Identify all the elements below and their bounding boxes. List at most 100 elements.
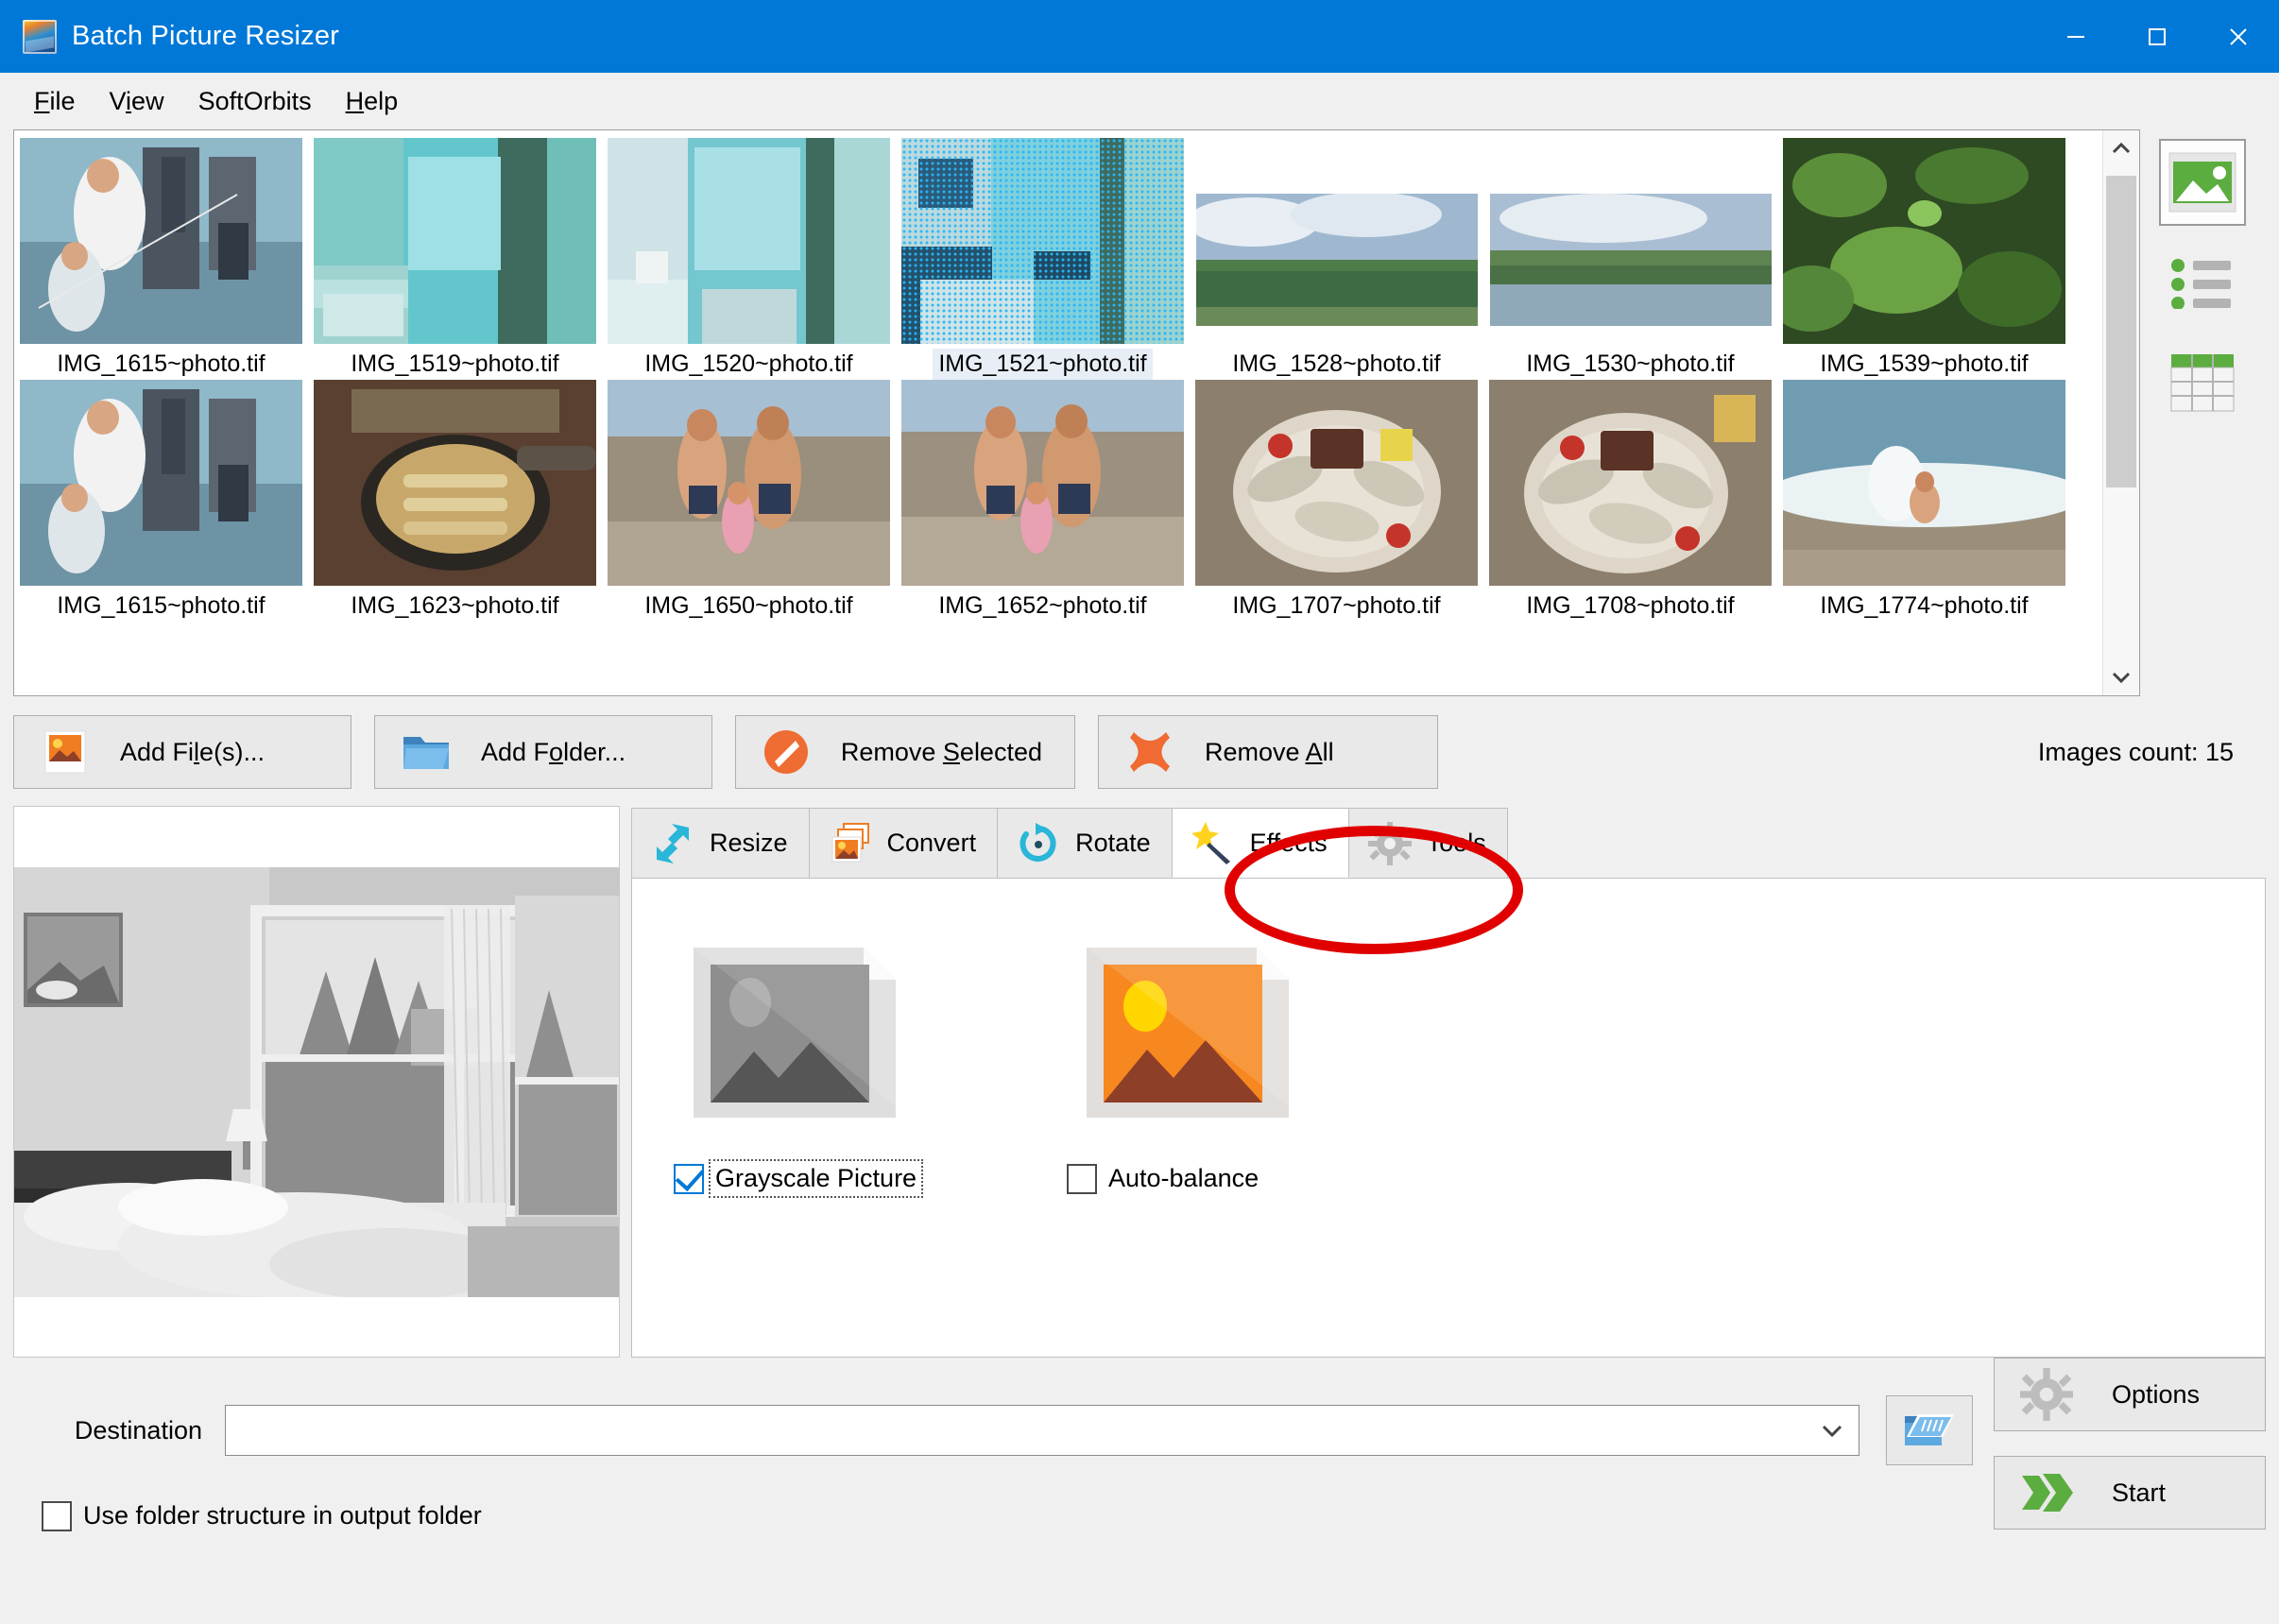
footer-buttons: Options Start	[1994, 1358, 2266, 1530]
grayscale-checkbox-row[interactable]: Grayscale Picture	[674, 1159, 924, 1198]
title-bar: Batch Picture Resizer	[0, 0, 2279, 73]
list-view-icon[interactable]	[2159, 239, 2246, 326]
tab-convert-label: Convert	[886, 829, 977, 857]
tab-rotate[interactable]: Rotate	[997, 808, 1173, 878]
thumbnail-label: IMG_1650~photo.tif	[644, 592, 853, 619]
autobalance-checkbox[interactable]	[1067, 1163, 1097, 1194]
scroll-up-arrow[interactable]	[2103, 130, 2139, 166]
remove-selected-button[interactable]: Remove Selected	[735, 715, 1075, 789]
thumbnail-item[interactable]: IMG_1707~photo.tif	[1190, 380, 1483, 622]
tab-resize-label: Resize	[710, 829, 788, 857]
thumbnail-image[interactable]	[314, 138, 596, 344]
remove-all-button[interactable]: Remove All	[1098, 715, 1438, 789]
tab-rotate-label: Rotate	[1075, 829, 1151, 857]
picture-icon	[31, 727, 99, 777]
thumbnail-image[interactable]	[901, 138, 1184, 344]
thumbnail-label: IMG_1521~photo.tif	[933, 349, 1153, 380]
chevron-down-icon[interactable]	[1806, 1423, 1859, 1438]
thumbnail-label: IMG_1615~photo.tif	[57, 592, 266, 619]
effect-autobalance: Auto-balance	[1059, 924, 1324, 1195]
thumbnail-image[interactable]	[314, 380, 596, 586]
options-button[interactable]: Options	[1994, 1358, 2266, 1431]
thumbnail-item-selected[interactable]: IMG_1521~photo.tif	[896, 138, 1190, 380]
thumbnail-item[interactable]: IMG_1539~photo.tif	[1777, 138, 2071, 380]
lower-area: Resize Convert Rotate Effects Tools Gray…	[0, 789, 2279, 1358]
thumbnail-item[interactable]: IMG_1615~photo.tif	[14, 138, 308, 380]
thumbnail-image[interactable]	[1489, 138, 1772, 344]
thumbnail-label: IMG_1708~photo.tif	[1526, 592, 1735, 619]
thumbnail-item[interactable]: IMG_1528~photo.tif	[1190, 138, 1483, 380]
use-folder-structure-checkbox[interactable]	[42, 1500, 72, 1531]
destination-label: Destination	[74, 1415, 202, 1445]
gear-icon	[1362, 821, 1417, 865]
file-actions-toolbar: Add File(s)... Add Folder... Remove Sele…	[0, 696, 2279, 789]
minimize-button[interactable]	[2035, 0, 2116, 73]
grayscale-checkbox[interactable]	[674, 1163, 704, 1194]
tab-tools-label: Tools	[1426, 829, 1486, 857]
use-folder-structure-row[interactable]: Use folder structure in output folder	[42, 1499, 2266, 1532]
add-files-button[interactable]: Add File(s)...	[13, 715, 351, 789]
thumbnail-image[interactable]	[608, 380, 890, 586]
color-photo-icon	[1059, 924, 1316, 1141]
thumbnail-item[interactable]: IMG_1519~photo.tif	[308, 138, 602, 380]
maximize-button[interactable]	[2116, 0, 2198, 73]
menu-softorbits[interactable]: SoftOrbits	[181, 81, 329, 122]
tab-effects[interactable]: Effects	[1171, 808, 1349, 878]
destination-row: Destination	[13, 1395, 2266, 1465]
start-button[interactable]: Start	[1994, 1456, 2266, 1530]
thumbnail-item[interactable]: IMG_1774~photo.tif	[1777, 380, 2071, 622]
menu-file[interactable]: File	[17, 81, 93, 122]
browse-folder-button[interactable]	[1886, 1395, 1973, 1465]
resize-arrows-icon	[645, 822, 700, 865]
thumbnail-item[interactable]: IMG_1520~photo.tif	[602, 138, 896, 380]
scroll-down-arrow[interactable]	[2103, 659, 2139, 695]
menu-view[interactable]: View	[93, 81, 181, 122]
menu-help[interactable]: Help	[329, 81, 416, 122]
table-view-icon[interactable]	[2159, 339, 2246, 426]
view-mode-toolbar	[2140, 129, 2266, 696]
thumbnail-image[interactable]	[1195, 380, 1478, 586]
thumbnail-label: IMG_1528~photo.tif	[1232, 350, 1441, 377]
window-title: Batch Picture Resizer	[72, 21, 340, 51]
close-button[interactable]	[2198, 0, 2279, 73]
thumbnail-image[interactable]	[608, 138, 890, 344]
thumbnail-image[interactable]	[1783, 380, 2065, 586]
thumbnail-scrollbar[interactable]	[2101, 130, 2139, 695]
tab-tools[interactable]: Tools	[1347, 808, 1508, 878]
thumbnail-item[interactable]: IMG_1652~photo.tif	[896, 380, 1190, 622]
menu-file-rest: ile	[49, 86, 76, 115]
green-arrow-icon	[2008, 1470, 2085, 1515]
thumbnail-row: IMG_1615~photo.tif IMG_1623~photo.tif IM…	[14, 380, 2103, 622]
add-folder-button[interactable]: Add Folder...	[374, 715, 712, 789]
thumbnail-item[interactable]: IMG_1650~photo.tif	[602, 380, 896, 622]
grayscale-label: Grayscale Picture	[708, 1159, 924, 1198]
thumbnail-label: IMG_1539~photo.tif	[1820, 350, 2029, 377]
destination-input[interactable]	[226, 1406, 1806, 1455]
thumbnail-image[interactable]	[901, 380, 1184, 586]
scrollbar-thumb[interactable]	[2105, 176, 2136, 487]
thumbnail-label: IMG_1707~photo.tif	[1232, 592, 1441, 619]
thumbnail-item[interactable]: IMG_1530~photo.tif	[1483, 138, 1777, 380]
destination-combobox[interactable]	[225, 1405, 1859, 1456]
effect-grayscale: Grayscale Picture	[666, 924, 931, 1198]
tab-convert[interactable]: Convert	[808, 808, 999, 878]
folder-icon	[392, 729, 460, 775]
thumbnail-image[interactable]	[20, 138, 302, 344]
tab-resize[interactable]: Resize	[631, 808, 810, 878]
thumbnail-image[interactable]	[1195, 138, 1478, 344]
scrollbar-track[interactable]	[2103, 166, 2139, 659]
thumbnail-item[interactable]: IMG_1615~photo.tif	[14, 380, 308, 622]
rotate-icon	[1011, 822, 1066, 865]
thumbnail-area: IMG_1615~photo.tif IMG_1519~photo.tif IM…	[0, 129, 2279, 696]
thumbnail-image[interactable]	[1489, 380, 1772, 586]
application-window: Batch Picture Resizer File View SoftOrbi…	[0, 0, 2279, 1624]
thumbnail-image[interactable]	[1783, 138, 2065, 344]
thumbnail-image[interactable]	[20, 380, 302, 586]
thumbnail-panel[interactable]: IMG_1615~photo.tif IMG_1519~photo.tif IM…	[13, 129, 2140, 696]
thumbnail-label: IMG_1615~photo.tif	[57, 350, 266, 377]
thumbnail-item[interactable]: IMG_1623~photo.tif	[308, 380, 602, 622]
autobalance-checkbox-row[interactable]: Auto-balance	[1067, 1162, 1262, 1195]
remove-selected-label: Remove Selected	[840, 737, 1042, 766]
thumbnail-item[interactable]: IMG_1708~photo.tif	[1483, 380, 1777, 622]
thumbnail-view-icon[interactable]	[2159, 139, 2247, 226]
